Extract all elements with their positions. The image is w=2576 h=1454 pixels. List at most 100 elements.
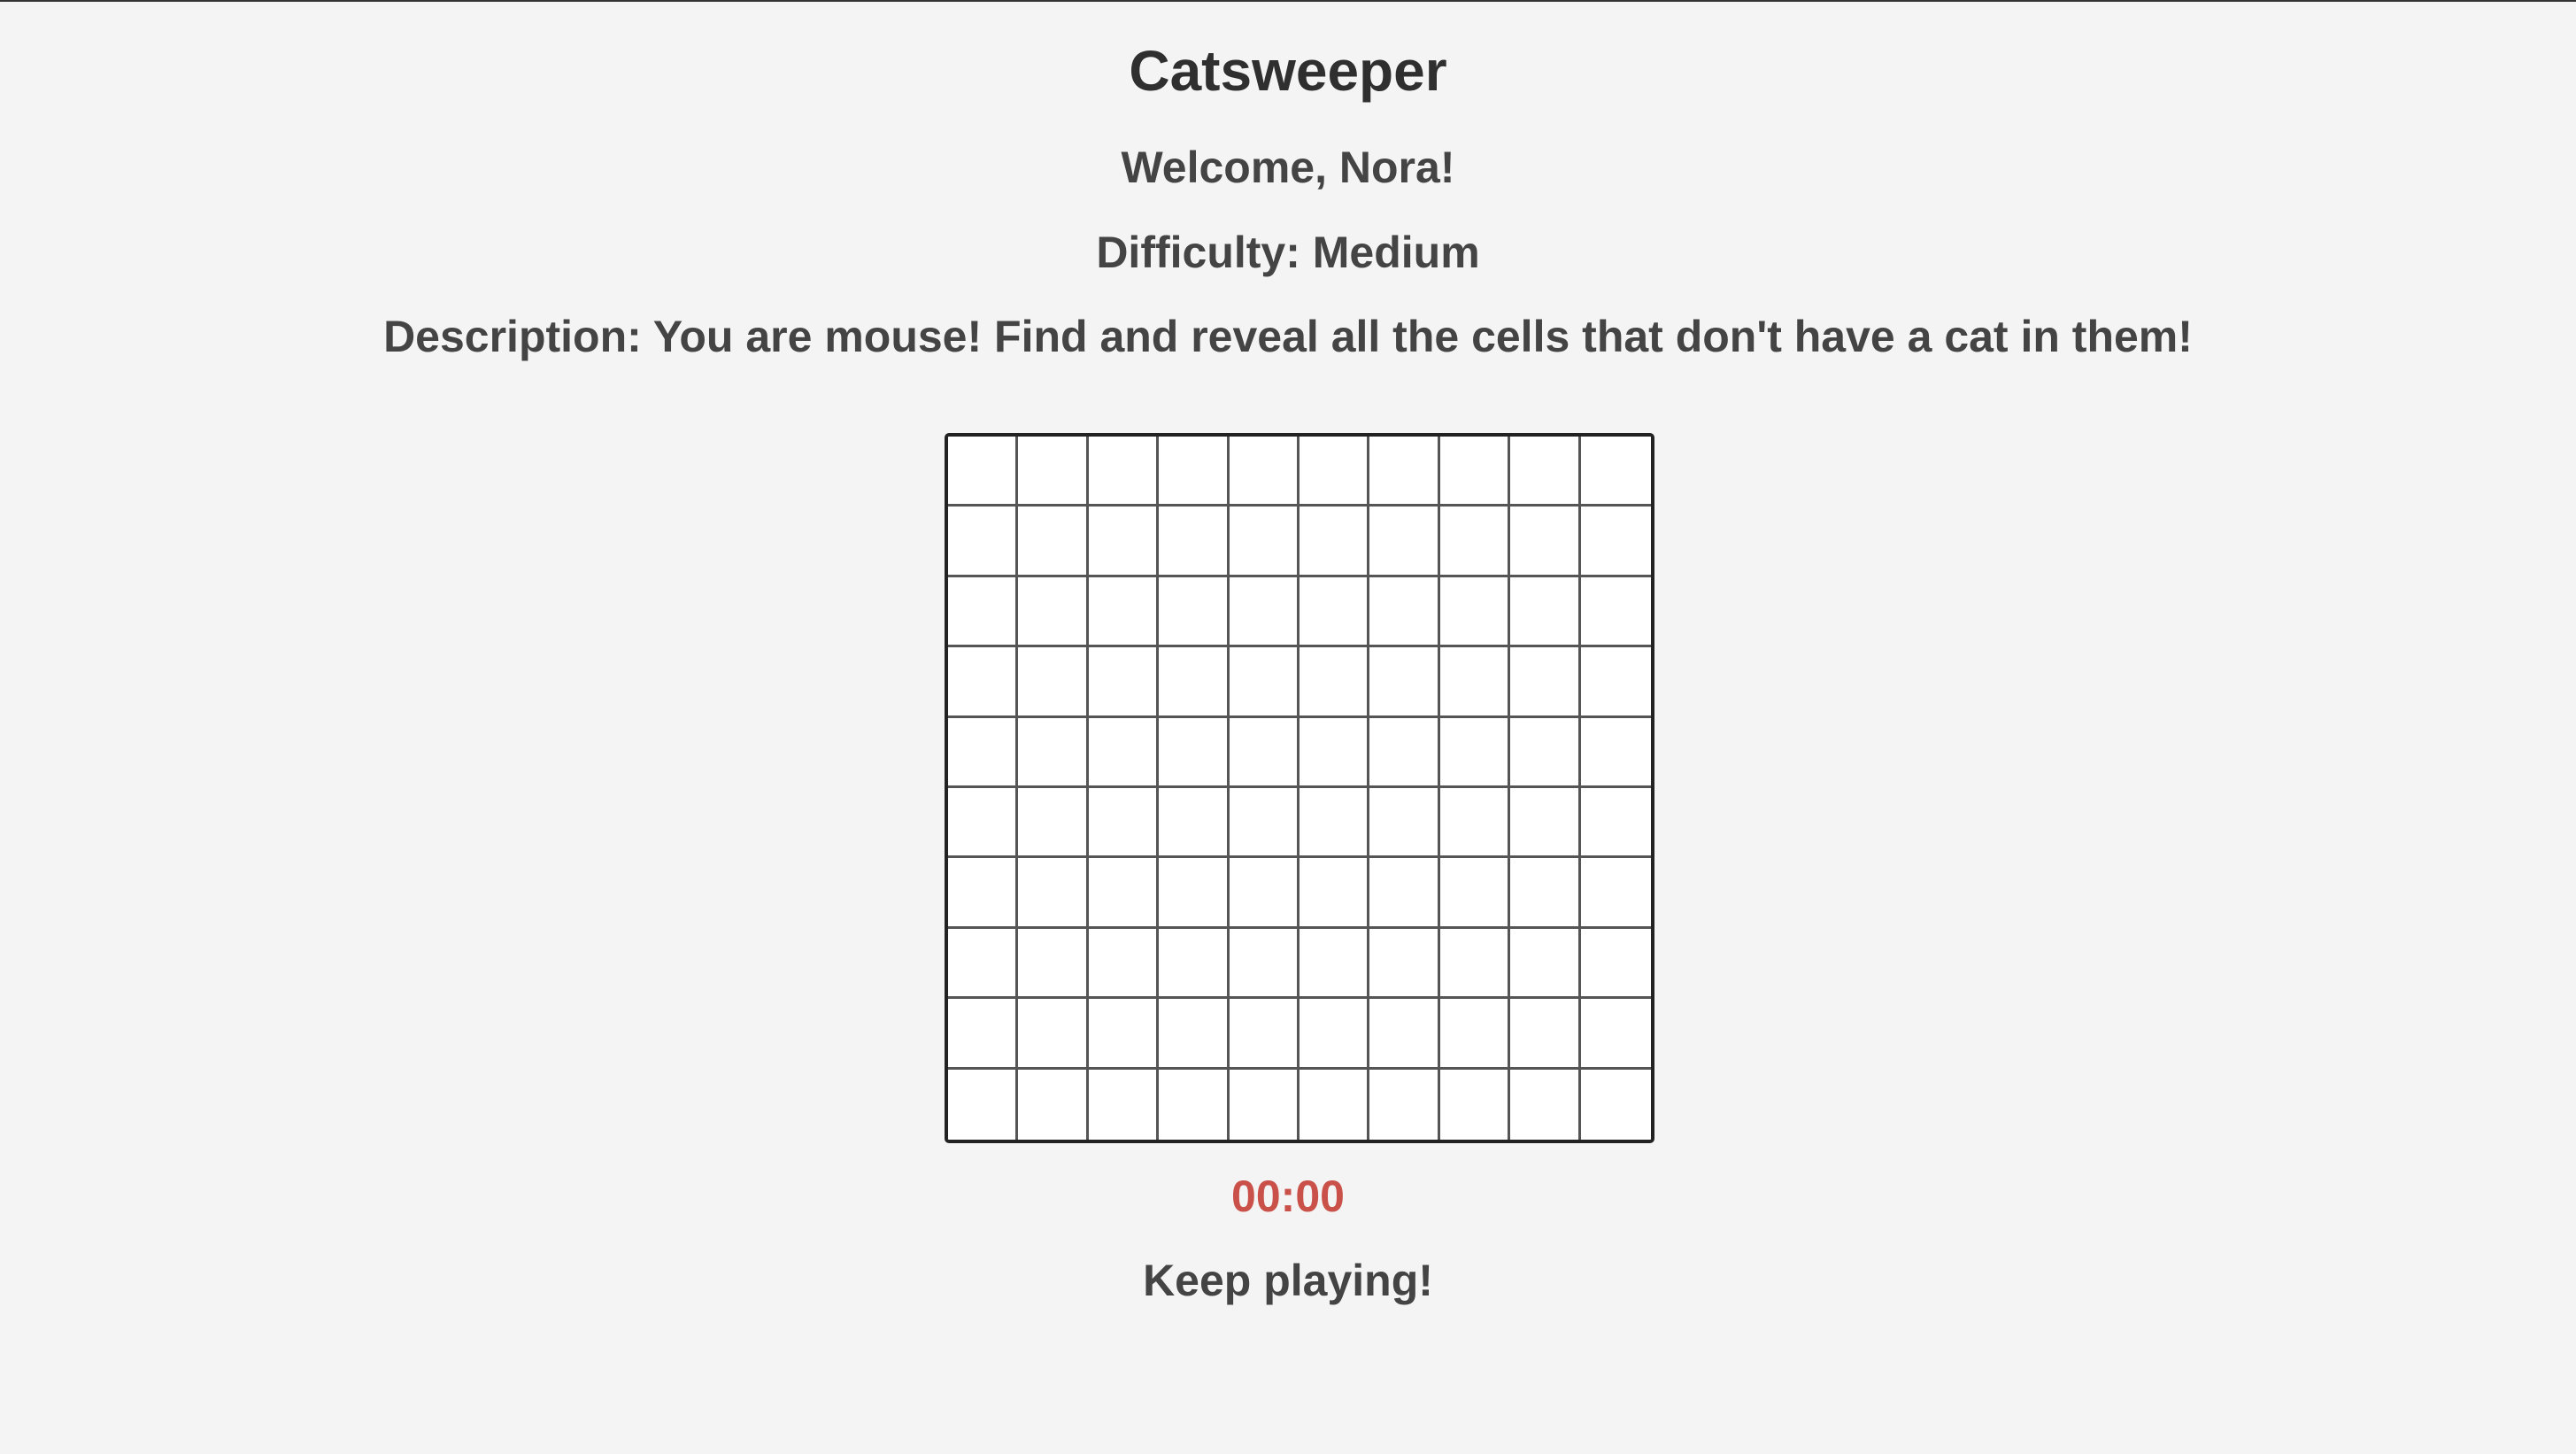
board-cell[interactable] (1510, 717, 1581, 788)
board-cell[interactable] (1088, 1069, 1160, 1140)
board-cell[interactable] (1300, 717, 1370, 788)
board-cell[interactable] (948, 999, 1019, 1070)
board-cell[interactable] (948, 576, 1019, 648)
board-cell[interactable] (1018, 576, 1089, 648)
board-cell[interactable] (1018, 1069, 1089, 1140)
board-cell[interactable] (1018, 647, 1089, 718)
board-cell[interactable] (1439, 999, 1511, 1070)
board-cell[interactable] (1159, 647, 1230, 718)
board-cell[interactable] (1439, 1069, 1511, 1140)
board-cell[interactable] (948, 437, 1019, 507)
board-cell[interactable] (1580, 507, 1651, 577)
board-cell[interactable] (1510, 647, 1581, 718)
board-cell[interactable] (1369, 1069, 1440, 1140)
board-cell[interactable] (1159, 1069, 1230, 1140)
board-cell[interactable] (1439, 507, 1511, 577)
board-cell[interactable] (1369, 437, 1440, 507)
board-cell[interactable] (1229, 999, 1300, 1070)
board-cell[interactable] (1510, 1069, 1581, 1140)
board-cell[interactable] (948, 647, 1019, 718)
board-cell[interactable] (1229, 647, 1300, 718)
board-cell[interactable] (1439, 717, 1511, 788)
board-cell[interactable] (1369, 507, 1440, 577)
board-cell[interactable] (1088, 437, 1160, 507)
board-cell[interactable] (1439, 788, 1511, 859)
board-cell[interactable] (1229, 928, 1300, 1000)
board-cell[interactable] (1369, 858, 1440, 929)
board-cell[interactable] (1229, 507, 1300, 577)
board-cell[interactable] (948, 788, 1019, 859)
board-cell[interactable] (1018, 788, 1089, 859)
board-cell[interactable] (1439, 437, 1511, 507)
board-cell[interactable] (1159, 507, 1230, 577)
board-cell[interactable] (1018, 928, 1089, 1000)
board-cell[interactable] (1300, 437, 1370, 507)
board-cell[interactable] (1088, 576, 1160, 648)
board-cell[interactable] (1159, 788, 1230, 859)
board-cell[interactable] (1300, 507, 1370, 577)
board-cell[interactable] (1300, 576, 1370, 648)
board-cell[interactable] (1580, 1069, 1651, 1140)
board-cell[interactable] (1300, 647, 1370, 718)
board-cell[interactable] (1369, 788, 1440, 859)
board-cell[interactable] (1369, 647, 1440, 718)
board-cell[interactable] (1580, 999, 1651, 1070)
board-cell[interactable] (1300, 928, 1370, 1000)
board-cell[interactable] (1580, 928, 1651, 1000)
board-cell[interactable] (1580, 788, 1651, 859)
board-cell[interactable] (948, 928, 1019, 1000)
board-cell[interactable] (1300, 1069, 1370, 1140)
board-cell[interactable] (1580, 858, 1651, 929)
board-cell[interactable] (1439, 928, 1511, 1000)
board-cell[interactable] (1439, 576, 1511, 648)
board-cell[interactable] (948, 1069, 1019, 1140)
board-cell[interactable] (1510, 928, 1581, 1000)
board-cell[interactable] (1229, 437, 1300, 507)
board-cell[interactable] (1510, 999, 1581, 1070)
board-cell[interactable] (1229, 858, 1300, 929)
board-cell[interactable] (1300, 999, 1370, 1070)
board-cell[interactable] (1088, 647, 1160, 718)
board-cell[interactable] (1580, 576, 1651, 648)
board-cell[interactable] (1580, 717, 1651, 788)
board-cell[interactable] (1510, 788, 1581, 859)
board-cell[interactable] (948, 858, 1019, 929)
board-cell[interactable] (1369, 717, 1440, 788)
board-cell[interactable] (1088, 999, 1160, 1070)
board-cell[interactable] (1018, 437, 1089, 507)
board-cell[interactable] (1088, 858, 1160, 929)
board-cell[interactable] (1088, 928, 1160, 1000)
board-cell[interactable] (1580, 437, 1651, 507)
board-cell[interactable] (1088, 507, 1160, 577)
board-cell[interactable] (1159, 928, 1230, 1000)
board-cell[interactable] (1369, 576, 1440, 648)
board-cell[interactable] (1159, 576, 1230, 648)
board-cell[interactable] (1018, 858, 1089, 929)
board-cell[interactable] (1018, 507, 1089, 577)
board-cell[interactable] (948, 717, 1019, 788)
board-cell[interactable] (1018, 999, 1089, 1070)
board-cell[interactable] (1159, 437, 1230, 507)
board-cell[interactable] (1369, 999, 1440, 1070)
board-cell[interactable] (948, 507, 1019, 577)
board-cell[interactable] (1439, 858, 1511, 929)
board-cell[interactable] (1510, 858, 1581, 929)
board-cell[interactable] (1300, 858, 1370, 929)
board-cell[interactable] (1580, 647, 1651, 718)
board-cell[interactable] (1510, 437, 1581, 507)
board-cell[interactable] (1369, 928, 1440, 1000)
board-cell[interactable] (1088, 788, 1160, 859)
board-cell[interactable] (1439, 647, 1511, 718)
board-cell[interactable] (1018, 717, 1089, 788)
board-cell[interactable] (1510, 576, 1581, 648)
board-cell[interactable] (1300, 788, 1370, 859)
board-cell[interactable] (1159, 717, 1230, 788)
board-cell[interactable] (1229, 576, 1300, 648)
board-cell[interactable] (1159, 999, 1230, 1070)
board-cell[interactable] (1159, 858, 1230, 929)
board-cell[interactable] (1510, 507, 1581, 577)
board-cell[interactable] (1229, 717, 1300, 788)
board-cell[interactable] (1229, 1069, 1300, 1140)
board-cell[interactable] (1229, 788, 1300, 859)
board-cell[interactable] (1088, 717, 1160, 788)
